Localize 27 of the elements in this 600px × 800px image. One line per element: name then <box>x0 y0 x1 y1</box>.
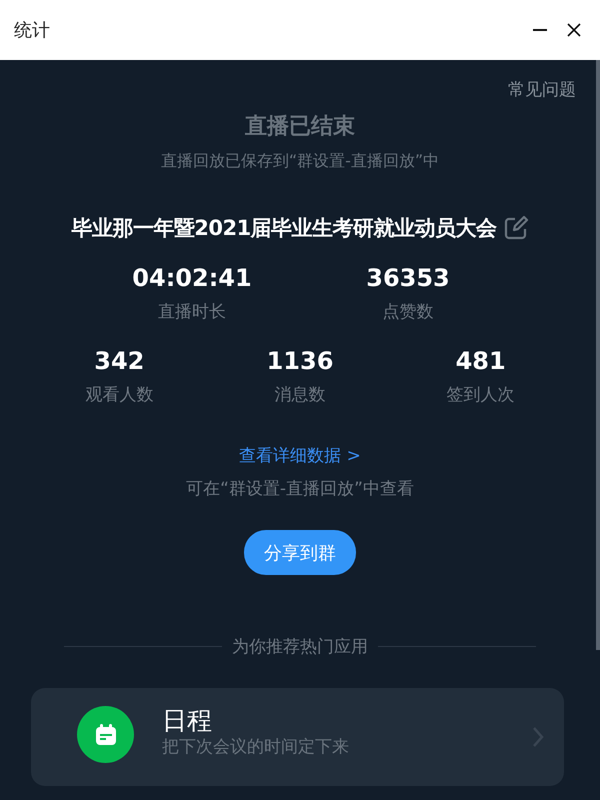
scrollbar[interactable] <box>596 60 600 650</box>
meeting-title: 毕业那一年暨2021届毕业生考研就业动员大会 <box>71 215 497 242</box>
status-subtitle: 直播回放已保存到“群设置-直播回放”中 <box>160 151 440 172</box>
stat-value: 481 <box>456 347 506 375</box>
app-name: 日程 <box>162 706 213 736</box>
stat-label: 直播时长 <box>158 301 226 323</box>
stat-value: 1136 <box>266 347 334 375</box>
stat-value: 342 <box>94 347 144 375</box>
stat-label: 签到人次 <box>446 384 515 406</box>
details-link[interactable]: 查看详细数据 > <box>239 444 361 467</box>
app-card[interactable]: 日程 把下次会议的时间定下来 <box>31 688 564 786</box>
app-description: 把下次会议的时间定下来 <box>162 736 350 758</box>
window-title: 统计 <box>14 19 51 42</box>
stat-value: 36353 <box>366 264 450 292</box>
status-title: 直播已结束 <box>245 113 355 141</box>
edit-icon[interactable] <box>502 215 529 241</box>
faq-link[interactable]: 常见问题 <box>508 78 576 101</box>
minimize-icon <box>533 29 547 31</box>
share-button[interactable]: 分享到群 <box>244 530 356 575</box>
stat-label: 点赞数 <box>382 301 434 323</box>
stat-value: 04:02:41 <box>132 264 252 292</box>
chevron-icon <box>532 726 544 748</box>
section-heading: 为你推荐热门应用 <box>232 636 368 658</box>
stat-label: 观看人数 <box>85 384 154 406</box>
close-icon <box>566 22 582 38</box>
stat-label: 消息数 <box>274 384 326 406</box>
details-note: 可在“群设置-直播回放”中查看 <box>186 478 414 500</box>
